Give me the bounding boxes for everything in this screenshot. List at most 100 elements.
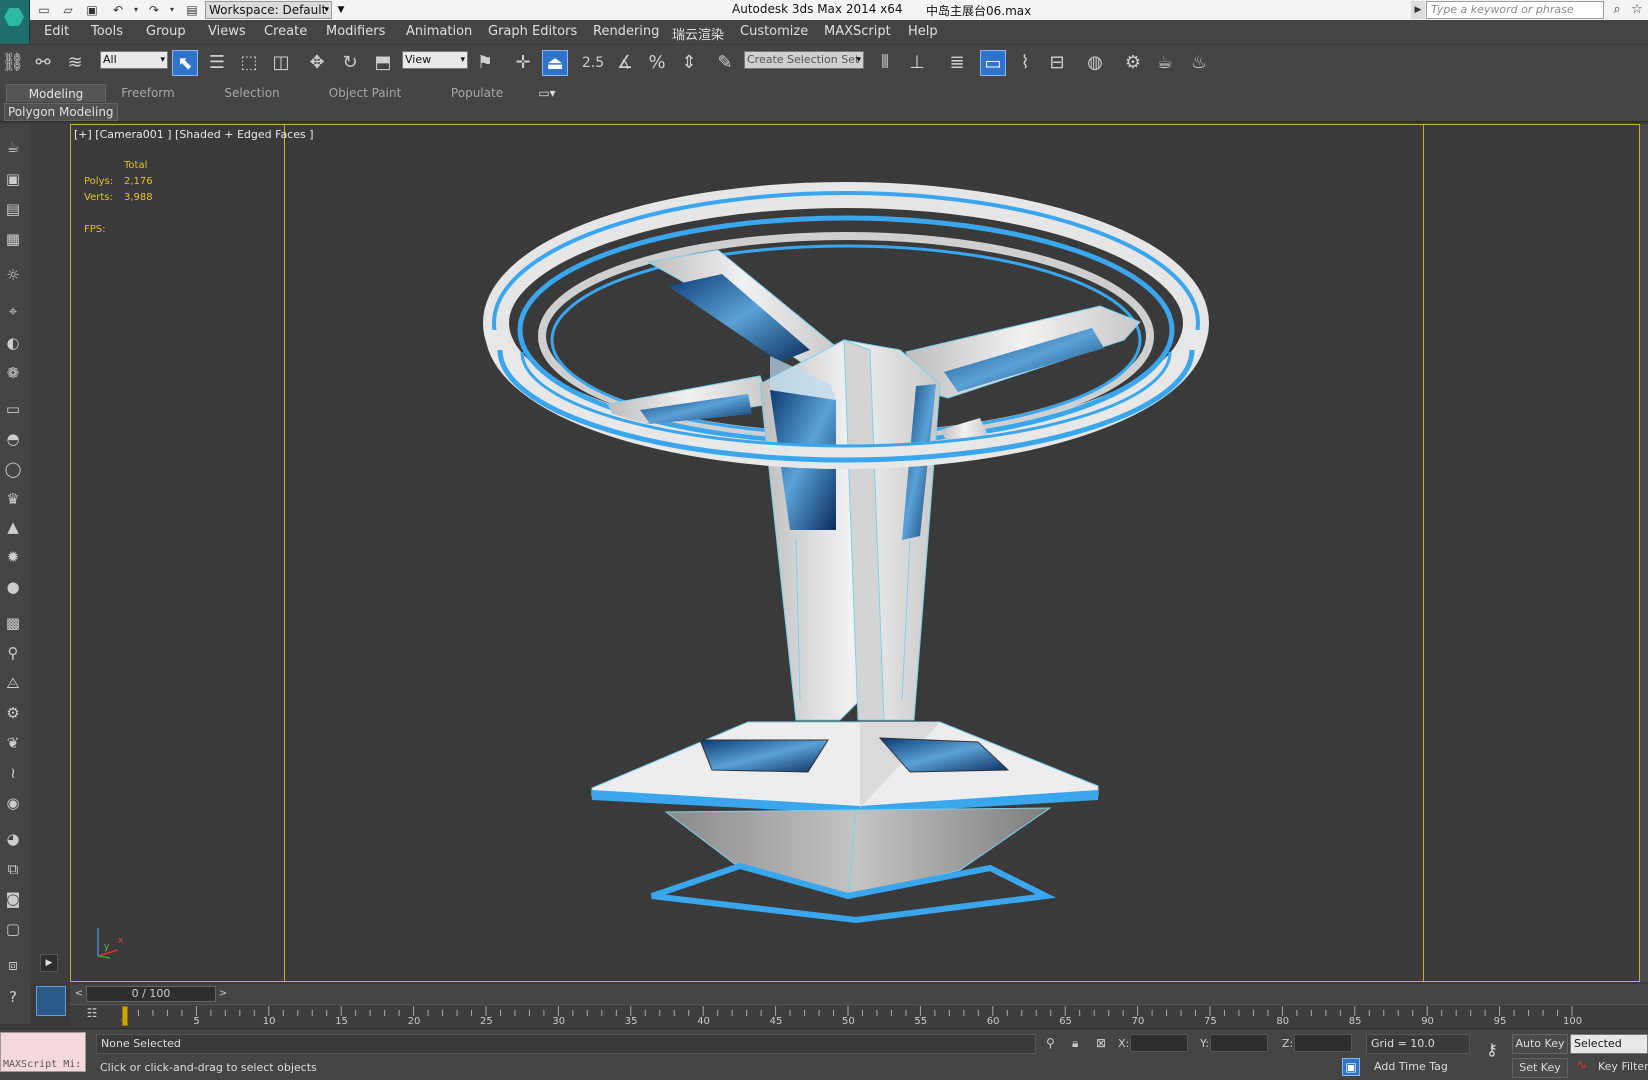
- undo-icon[interactable]: ↶: [110, 2, 126, 18]
- camera-icon[interactable]: ⌖: [2, 300, 24, 322]
- workspace-dropdown[interactable]: Workspace: Default ▾: [205, 1, 332, 19]
- menu-group[interactable]: Group: [146, 24, 186, 39]
- z-coordinate-field[interactable]: [1294, 1034, 1352, 1052]
- menu-graph-editors[interactable]: Graph Editors: [488, 24, 577, 39]
- menu-create[interactable]: Create: [264, 24, 307, 39]
- helper-icon[interactable]: ◐: [2, 332, 24, 354]
- tab-selection[interactable]: Selection: [210, 84, 294, 102]
- tab-modeling[interactable]: Modeling: [6, 84, 106, 102]
- tripod-icon[interactable]: ⨺: [2, 672, 24, 694]
- edit-named-selection-icon[interactable]: ✎: [712, 50, 738, 76]
- viewport-label[interactable]: [+] [Camera001 ] [Shaded + Edged Faces ]: [74, 128, 314, 141]
- sphere-icon[interactable]: ●: [2, 576, 24, 598]
- mirror-icon[interactable]: ⫴: [872, 50, 898, 76]
- light-icon[interactable]: ☼: [2, 264, 24, 286]
- redo-icon[interactable]: ↷: [146, 2, 162, 18]
- window-crossing-icon[interactable]: ◫: [268, 50, 294, 76]
- shell-icon[interactable]: ◉: [2, 792, 24, 814]
- menu-modifiers[interactable]: Modifiers: [326, 24, 385, 39]
- viewport-thumbnail[interactable]: [36, 986, 66, 1016]
- polygon-modeling-panel[interactable]: Polygon Modeling: [4, 103, 118, 121]
- menu-tools[interactable]: Tools: [91, 24, 123, 39]
- key-selection-dropdown[interactable]: Selected: [1570, 1034, 1648, 1054]
- search-input[interactable]: Type a keyword or phrase: [1426, 1, 1604, 19]
- select-by-name-icon[interactable]: ☰: [204, 50, 230, 76]
- camera-viewport[interactable]: [70, 124, 1640, 982]
- time-cursor[interactable]: [122, 1006, 128, 1026]
- menu-cloud-render[interactable]: 瑞云渲染: [672, 24, 724, 43]
- cone-icon[interactable]: ▲: [2, 516, 24, 538]
- ribbon-options-icon[interactable]: ▭▾: [530, 84, 564, 102]
- redo-dropdown-icon[interactable]: ▾: [164, 2, 180, 18]
- save-icon[interactable]: ▣: [84, 2, 100, 18]
- material-editor-icon[interactable]: ◍: [1082, 50, 1108, 76]
- hemisphere-icon[interactable]: ◓: [2, 428, 24, 450]
- particles-icon[interactable]: ❁: [2, 362, 24, 384]
- menu-maxscript[interactable]: MAXScript: [824, 24, 891, 39]
- mini-curve-editor-icon[interactable]: ☷: [82, 1006, 102, 1022]
- add-time-tag[interactable]: Add Time Tag: [1374, 1060, 1448, 1073]
- crown-icon[interactable]: ♛: [2, 488, 24, 510]
- pivot-center-icon[interactable]: ⚑: [472, 50, 498, 76]
- menu-help[interactable]: Help: [908, 24, 938, 39]
- select-and-rotate-icon[interactable]: ↻: [337, 50, 363, 76]
- communication-center-icon[interactable]: ☆: [1628, 2, 1646, 18]
- help-icon[interactable]: ?: [2, 986, 24, 1008]
- key-icon[interactable]: ⚷: [1478, 1040, 1506, 1062]
- layer-manager-icon[interactable]: ≣: [944, 50, 970, 76]
- play-icon[interactable]: ▶: [40, 954, 58, 972]
- time-tag-icon[interactable]: ▣: [1342, 1058, 1360, 1076]
- menu-views[interactable]: Views: [208, 24, 246, 39]
- y-coordinate-field[interactable]: [1210, 1034, 1268, 1052]
- hair-icon[interactable]: ≀: [2, 762, 24, 784]
- open-file-icon[interactable]: ▱: [60, 2, 76, 18]
- bone-icon[interactable]: ⚲: [2, 642, 24, 664]
- list-icon[interactable]: ▤: [2, 198, 24, 220]
- maxscript-listener[interactable]: MAXScript Mi:: [0, 1032, 86, 1072]
- teapot-icon[interactable]: ☕: [2, 136, 24, 158]
- quick-access-dropdown-icon[interactable]: ▼: [335, 1, 347, 19]
- orb-icon[interactable]: ◕: [2, 828, 24, 850]
- table-icon[interactable]: ▦: [2, 228, 24, 250]
- plane-icon[interactable]: ▭: [2, 398, 24, 420]
- select-and-move-icon[interactable]: ✥: [304, 50, 330, 76]
- rendered-frame-window-icon[interactable]: ☕: [1152, 50, 1178, 76]
- previous-frame-button[interactable]: <: [72, 986, 86, 1002]
- bind-space-warp-icon[interactable]: ≋: [62, 50, 88, 76]
- next-frame-button[interactable]: >: [216, 986, 230, 1002]
- select-and-link-icon[interactable]: ⛓: [0, 50, 26, 76]
- keyboard-shortcut-override-icon[interactable]: ⏏: [542, 50, 568, 76]
- tab-populate[interactable]: Populate: [440, 84, 514, 102]
- material-icon[interactable]: ▣: [2, 168, 24, 190]
- spinner-snap-icon[interactable]: ⇕: [676, 50, 702, 76]
- time-slider[interactable]: 0 / 100: [86, 986, 216, 1002]
- new-file-icon[interactable]: ▭: [36, 2, 52, 18]
- app-logo[interactable]: [0, 0, 30, 44]
- project-folder-icon[interactable]: ▤: [184, 2, 200, 18]
- set-key-button[interactable]: Set Key: [1512, 1058, 1568, 1078]
- menu-edit[interactable]: Edit: [44, 24, 69, 39]
- key-filters-button[interactable]: Key Filters...: [1598, 1060, 1648, 1073]
- sphere-box-icon[interactable]: ◙: [2, 888, 24, 910]
- angle-snap-icon[interactable]: ∡: [612, 50, 638, 76]
- percent-snap-icon[interactable]: %: [644, 50, 670, 76]
- tab-object-paint[interactable]: Object Paint: [318, 84, 412, 102]
- auto-key-button[interactable]: Auto Key: [1512, 1034, 1568, 1054]
- undo-dropdown-icon[interactable]: ▾: [128, 2, 144, 18]
- align-icon[interactable]: ⊥: [904, 50, 930, 76]
- select-object-icon[interactable]: ⬉: [172, 50, 198, 76]
- menu-customize[interactable]: Customize: [740, 24, 808, 39]
- grid-icon[interactable]: ▩: [2, 612, 24, 634]
- menu-rendering[interactable]: Rendering: [593, 24, 659, 39]
- graphite-toolset-icon[interactable]: ▭: [980, 50, 1006, 76]
- schematic-view-icon[interactable]: ⊟: [1044, 50, 1070, 76]
- snaps-toggle-icon[interactable]: 2.5: [580, 50, 606, 76]
- foliage-icon[interactable]: ❦: [2, 732, 24, 754]
- render-production-icon[interactable]: ♨: [1186, 50, 1212, 76]
- unlink-icon[interactable]: ⚯: [30, 50, 56, 76]
- binoculars-icon[interactable]: ⌕: [1608, 2, 1626, 18]
- gear-icon[interactable]: ⚙: [2, 702, 24, 724]
- named-selection-dropdown[interactable]: Create Selection Set ▾: [744, 51, 864, 69]
- rectangular-selection-icon[interactable]: ⬚: [236, 50, 262, 76]
- lock-icon[interactable]: 🔒︎: [1072, 1036, 1078, 1051]
